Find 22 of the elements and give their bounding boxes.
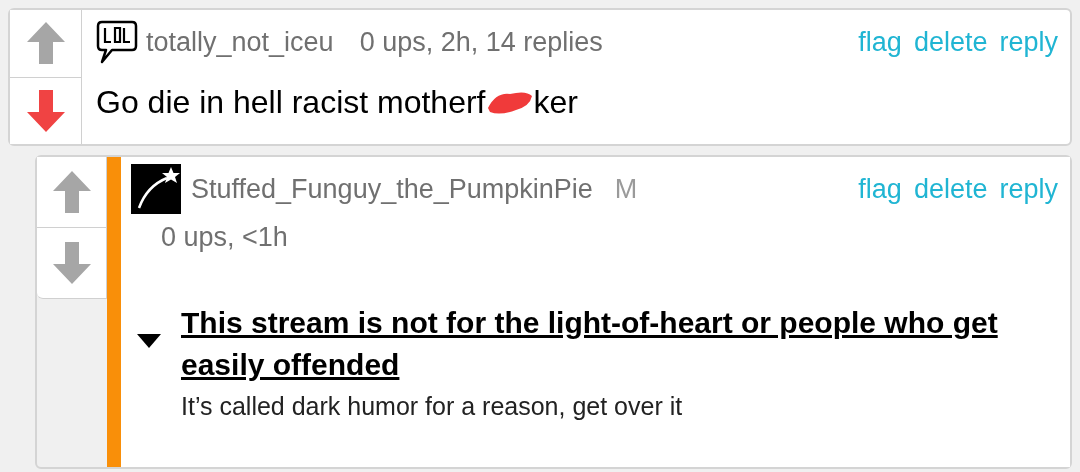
comment-text: Go die in hell racist motherf <box>96 83 486 122</box>
upvote-arrow-icon[interactable] <box>24 20 67 67</box>
comment-meta: 0 ups, <1h <box>161 221 289 254</box>
embed-heading: This stream is not for the light-of-heart or people who get easily offended <box>181 304 999 383</box>
upvote-arrow-icon[interactable] <box>50 169 93 215</box>
action-link[interactable]: delete <box>913 21 988 63</box>
avatar-icon <box>131 164 181 214</box>
username[interactable]: totally_not_iceu <box>146 21 334 63</box>
action-link[interactable]: reply <box>999 168 1058 210</box>
action-link[interactable]: flag <box>858 21 902 63</box>
speech-bubble-icon <box>96 20 138 64</box>
comment-meta: 0 ups, 2h, 14 replies <box>359 25 603 59</box>
username[interactable]: Stuffed_Funguy_the_PumpkinPie <box>191 168 593 210</box>
action-link[interactable]: flag <box>858 168 902 210</box>
caret-icon <box>137 333 161 348</box>
action-link[interactable]: delete <box>913 168 988 210</box>
downvote-arrow-icon[interactable] <box>50 240 93 286</box>
comment-text: ker <box>533 83 578 122</box>
downvote-arrow-icon[interactable] <box>24 87 67 134</box>
gender-label: M <box>614 172 638 206</box>
action-link[interactable]: reply <box>999 21 1058 63</box>
embed-subtitle: It’s called dark humor for a reason, get over it <box>181 390 684 422</box>
